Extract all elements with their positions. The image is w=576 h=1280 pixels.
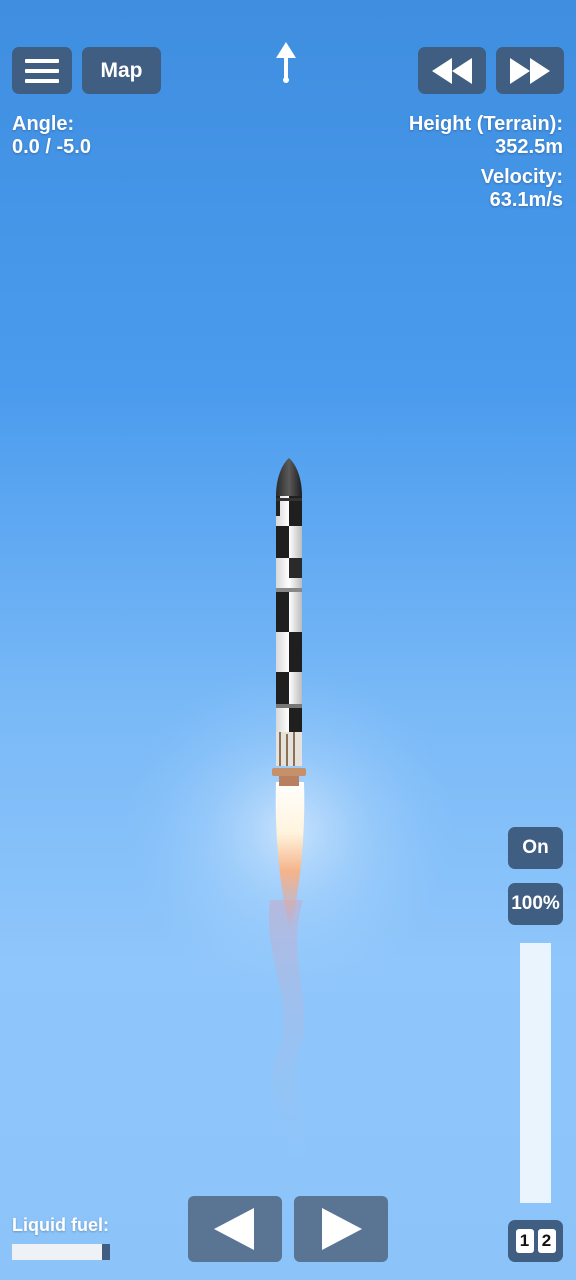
engine-toggle-label: On	[522, 837, 549, 858]
height-readout: Height (Terrain): 352.5m	[409, 113, 563, 159]
velocity-readout: Velocity: 63.1m/s	[481, 166, 563, 212]
fast-forward-icon	[510, 57, 550, 84]
fuel-label: Liquid fuel:	[12, 1215, 109, 1235]
turn-right-button[interactable]	[294, 1196, 388, 1262]
velocity-value: 63.1m/s	[489, 189, 563, 211]
fast-forward-button[interactable]	[496, 47, 564, 94]
angle-label: Angle:	[12, 113, 75, 135]
up-arrow-icon[interactable]	[274, 42, 298, 86]
throttle-slider-fill	[520, 943, 551, 1203]
turn-left-button[interactable]	[188, 1196, 282, 1262]
rewind-button[interactable]	[418, 47, 486, 94]
throttle-readout[interactable]: 100%	[508, 883, 563, 925]
height-value: 352.5m	[495, 136, 563, 158]
map-button[interactable]: Map	[82, 47, 161, 94]
height-label: Height (Terrain):	[408, 113, 563, 135]
angle-value: 0.0 / -5.0	[12, 136, 91, 158]
stage-selector[interactable]: 1 2	[508, 1220, 563, 1262]
rocket	[272, 458, 306, 786]
menu-button[interactable]	[12, 47, 72, 94]
stage-1-button[interactable]: 1	[515, 1229, 534, 1253]
throttle-slider[interactable]	[520, 943, 551, 1203]
angle-readout: Angle: 0.0 / -5.0	[12, 113, 91, 159]
fuel-gauge	[12, 1244, 110, 1260]
hamburger-menu-icon	[25, 58, 59, 83]
turn-right-arrow-icon	[322, 1208, 362, 1250]
throttle-label: 100%	[511, 893, 560, 914]
fuel-gauge-fill	[12, 1244, 103, 1260]
engine-toggle-button[interactable]: On	[508, 827, 563, 869]
nose-cone	[276, 458, 302, 496]
velocity-label: Velocity:	[480, 166, 563, 188]
stage-2-button[interactable]: 2	[537, 1229, 556, 1253]
rewind-icon	[432, 57, 472, 84]
map-button-label: Map	[100, 58, 143, 82]
turn-left-arrow-icon	[214, 1208, 254, 1250]
